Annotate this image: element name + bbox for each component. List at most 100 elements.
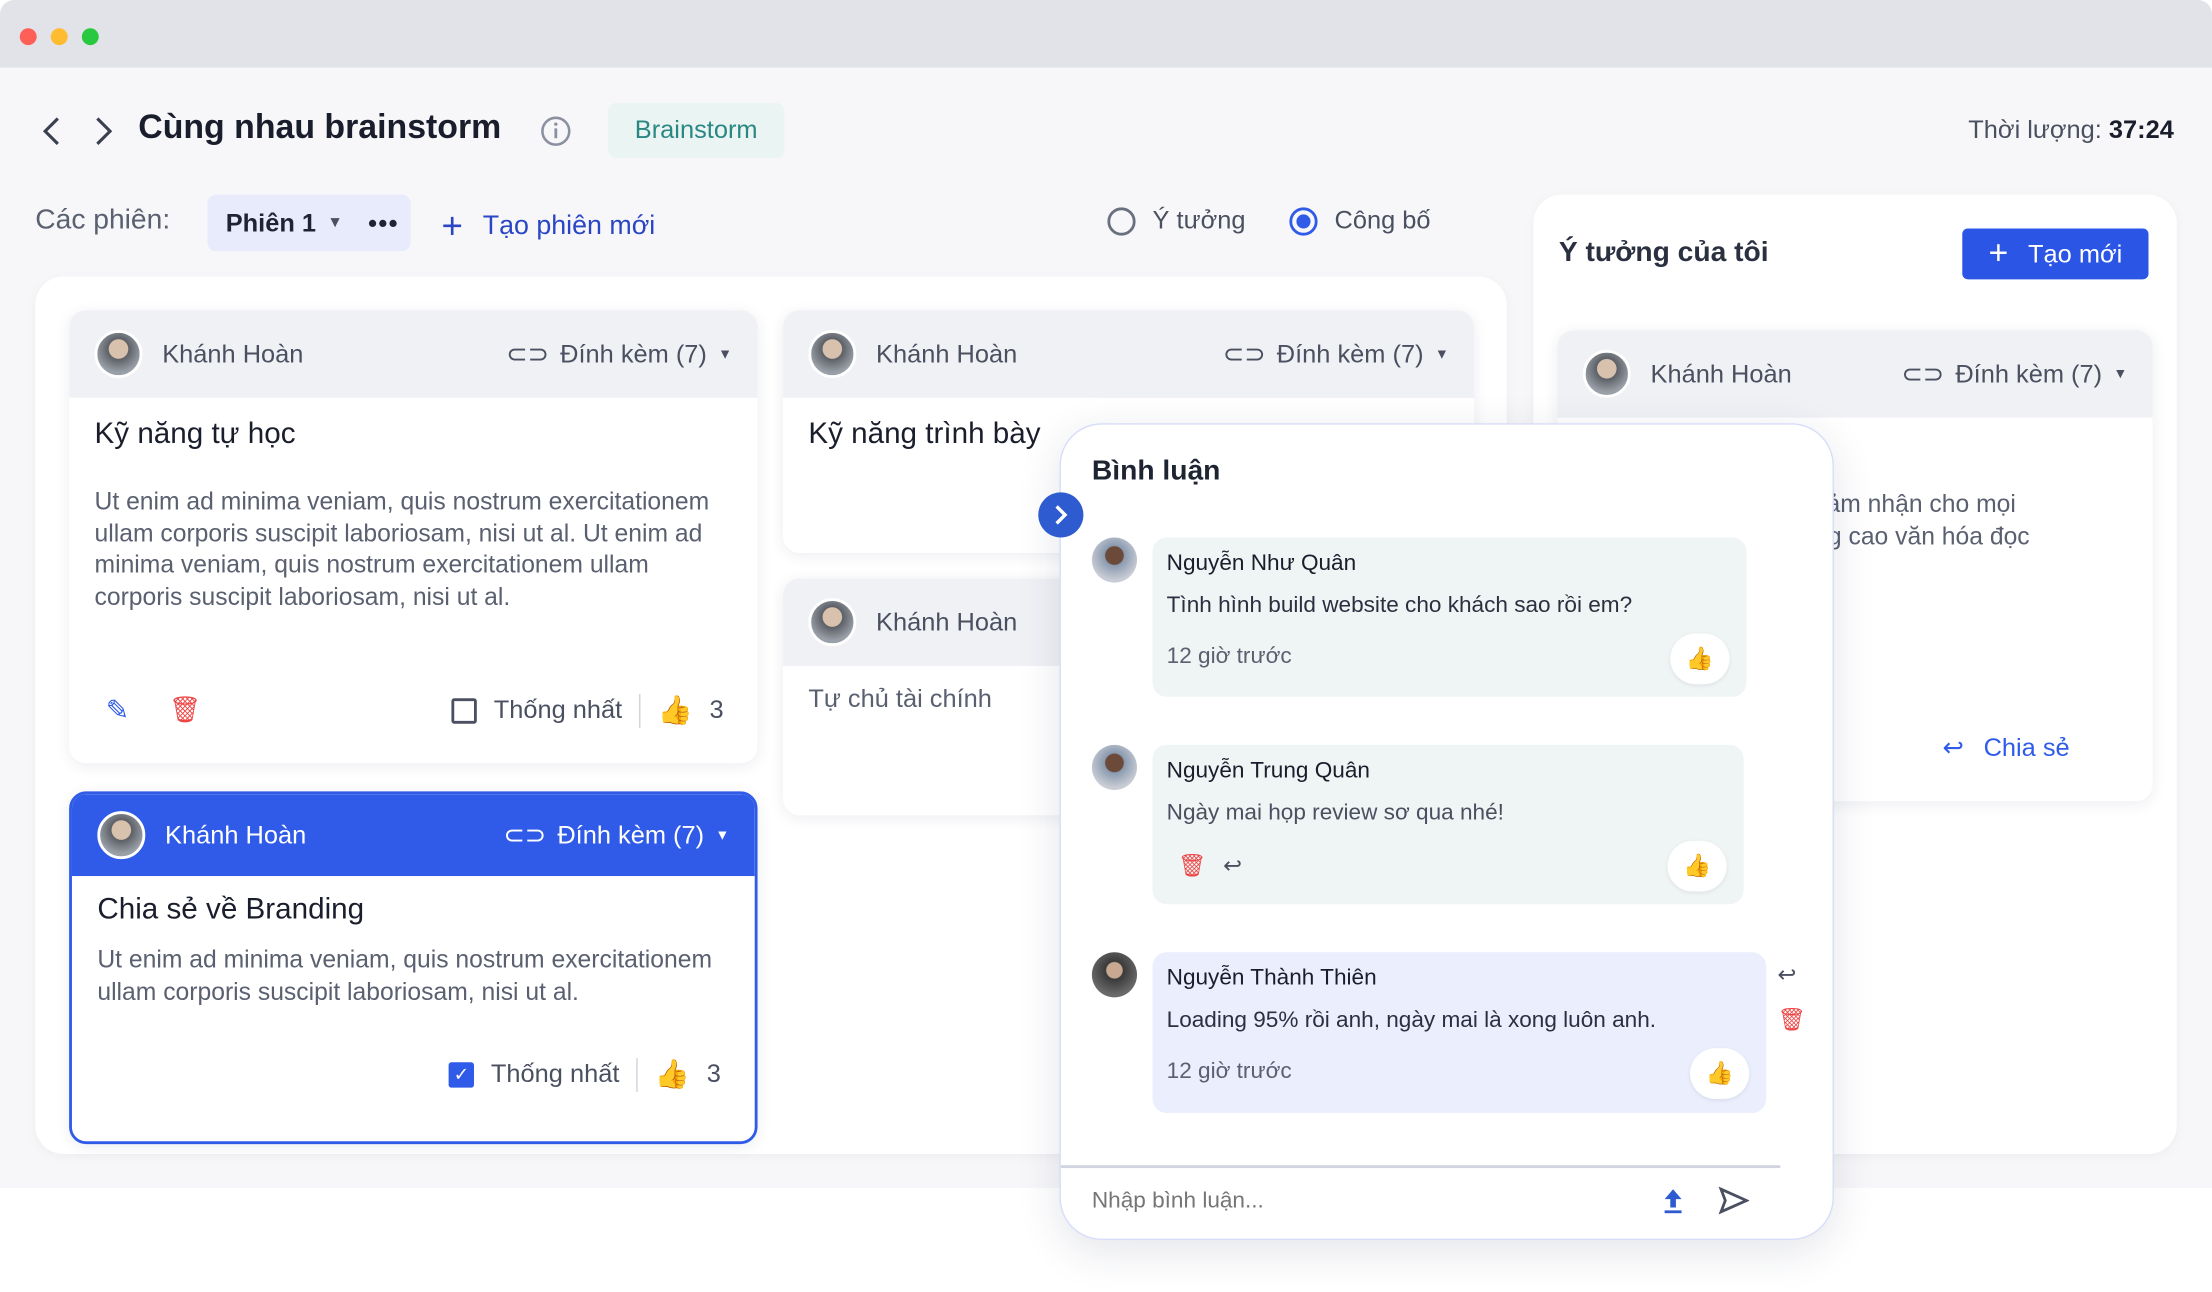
- body-line: ng cao văn hóa đọc: [1814, 521, 2030, 550]
- agree-checkbox[interactable]: [451, 697, 477, 723]
- caret-down-icon: ▼: [327, 214, 343, 232]
- thumbs-up-icon: 👍: [1685, 647, 1714, 672]
- duration-label: Thời lượng:: [1968, 115, 2102, 144]
- idea-card[interactable]: Khánh Hoàn ⊂⊃ Đính kèm (7) ▼ Kỹ năng tự họ…: [69, 310, 758, 764]
- link-icon: ⊂⊃: [1222, 339, 1266, 368]
- comment-time: 12 giờ trước: [1166, 644, 1292, 669]
- avatar: [97, 811, 146, 860]
- attachments-dropdown[interactable]: ⊂⊃ Đính kèm (7) ▼: [506, 339, 732, 369]
- input-divider: [1060, 1165, 1781, 1169]
- thumbs-up-icon[interactable]: 👍: [657, 693, 692, 728]
- upload-icon[interactable]: [1662, 1186, 1685, 1214]
- caret-down-icon: ▼: [2113, 366, 2128, 382]
- info-icon[interactable]: [540, 116, 571, 147]
- session-dropdown[interactable]: Phiên 1 ▼ •••: [207, 194, 411, 252]
- type-badge: Brainstorm: [608, 102, 785, 158]
- divider: [639, 693, 641, 728]
- author-name: Khánh Hoàn: [165, 820, 307, 849]
- caret-down-icon: ▼: [1434, 346, 1449, 362]
- card-body: Ut enim ad minima veniam, quis nostrum e…: [94, 486, 710, 611]
- trash-icon[interactable]: 🗑: [169, 695, 201, 725]
- comment-item: Nguyễn Trung Quân Ngày mai họp review sơ…: [1152, 744, 1744, 905]
- attachments-dropdown[interactable]: ⊂⊃ Đính kèm (7) ▼: [1223, 339, 1449, 369]
- author-name: Khánh Hoàn: [876, 339, 1018, 368]
- attachments-label: Đính kèm (7): [1276, 339, 1424, 368]
- comment-text: Tình hình build website cho khách sao rồ…: [1166, 593, 1633, 618]
- session-current: Phiên 1: [225, 208, 317, 237]
- attachments-dropdown[interactable]: ⊂⊃ Đính kèm (7) ▼: [1901, 359, 2127, 389]
- comment-item: Nguyễn Như Quân Tình hình build website …: [1152, 537, 1747, 697]
- body-line: cảm nhận cho mọi: [1814, 489, 2016, 518]
- like-button[interactable]: 👍: [1670, 633, 1730, 685]
- duration-value: 37:24: [2108, 115, 2174, 144]
- reply-icon[interactable]: ↩: [1223, 852, 1242, 880]
- author-name: Khánh Hoàn: [162, 339, 304, 368]
- back-chevron-icon[interactable]: [39, 116, 64, 147]
- plus-icon: +: [441, 204, 463, 247]
- chevron-right-icon: [1055, 505, 1068, 525]
- agree-checkbox-checked[interactable]: ✓: [448, 1061, 474, 1087]
- send-icon[interactable]: [1718, 1186, 1750, 1215]
- caret-down-icon: ▼: [718, 346, 733, 362]
- my-ideas-title: Ý tưởng của tôi: [1558, 236, 1769, 269]
- link-icon: ⊂⊃: [506, 339, 549, 368]
- trash-icon[interactable]: 🗑: [1777, 1006, 1806, 1034]
- like-button[interactable]: 👍: [1690, 1048, 1750, 1099]
- like-count: 3: [709, 695, 724, 724]
- like-count: 3: [706, 1059, 721, 1088]
- close-window-button[interactable]: [19, 28, 37, 46]
- radio-label: Ý tưởng: [1152, 205, 1246, 235]
- new-session-button[interactable]: + Tạo phiên mới: [442, 205, 656, 249]
- avatar: [1091, 537, 1138, 583]
- create-label: Tạo mới: [2028, 239, 2123, 268]
- avatar: [1582, 349, 1631, 398]
- more-icon[interactable]: •••: [368, 208, 399, 238]
- share-button[interactable]: ↩ Chia sẻ: [1943, 734, 2070, 764]
- share-label: Chia sẻ: [1983, 733, 2070, 762]
- like-button[interactable]: 👍: [1667, 840, 1727, 892]
- avatar: [808, 598, 857, 647]
- card-header: Khánh Hoàn ⊂⊃ Đính kèm (7) ▼: [69, 310, 758, 398]
- maximize-window-button[interactable]: [81, 28, 99, 46]
- comment-item: Nguyễn Thành Thiên Loading 95% rồi anh, …: [1152, 952, 1767, 1114]
- comment-author: Nguyễn Thành Thiên: [1166, 966, 1377, 991]
- avatar: [1091, 744, 1138, 790]
- link-icon: ⊂⊃: [1901, 359, 1945, 388]
- radio-label: Công bố: [1334, 205, 1431, 235]
- card-header: Khánh Hoàn ⊂⊃ Đính kèm (7) ▼: [71, 794, 755, 877]
- reply-icon: ↩: [1942, 733, 1964, 762]
- comments-popup: Bình luận Nguyễn Như Quân Tình hình buil…: [1059, 423, 1834, 1241]
- agree-label: Thống nhất: [493, 695, 623, 724]
- duration: Thời lượng: 37:24: [1968, 116, 2174, 146]
- comment-author: Nguyễn Như Quân: [1166, 551, 1357, 576]
- plus-icon: +: [1988, 234, 2009, 273]
- avatar: [808, 330, 857, 379]
- forward-chevron-icon[interactable]: [90, 116, 115, 147]
- avatar: [1091, 952, 1138, 998]
- trash-icon[interactable]: 🗑: [1178, 852, 1207, 880]
- comment-input[interactable]: [1091, 1183, 1628, 1221]
- attachments-dropdown[interactable]: ⊂⊃ Đính kèm (7) ▼: [503, 820, 729, 850]
- reply-icon[interactable]: ↩: [1777, 961, 1796, 989]
- radio-ideas[interactable]: Ý tưởng: [1107, 206, 1245, 236]
- page-title: Cùng nhau brainstorm: [138, 108, 502, 147]
- author-name: Khánh Hoàn: [876, 607, 1018, 636]
- create-idea-button[interactable]: + Tạo mới: [1962, 228, 2149, 280]
- avatar: [94, 330, 143, 379]
- thumbs-up-icon: 👍: [1705, 1062, 1734, 1087]
- thumbs-up-icon[interactable]: 👍: [655, 1057, 690, 1092]
- author-name: Khánh Hoàn: [1650, 359, 1792, 388]
- sessions-label: Các phiên:: [35, 204, 171, 236]
- edit-icon[interactable]: ✎: [106, 693, 130, 728]
- agree-label: Thống nhất: [490, 1059, 620, 1088]
- card-body: cảm nhận cho mọi ng cao văn hóa đọc: [1814, 488, 2030, 552]
- attachments-label: Đính kèm (7): [560, 339, 707, 368]
- radio-circle-selected: [1289, 206, 1318, 235]
- minimize-window-button[interactable]: [50, 28, 68, 46]
- comments-title: Bình luận: [1091, 455, 1221, 487]
- idea-card-selected[interactable]: Khánh Hoàn ⊂⊃ Đính kèm (7) ▼ Chia sẻ về Br…: [69, 791, 758, 1145]
- caret-down-icon: ▼: [715, 827, 730, 843]
- radio-publish[interactable]: Công bố: [1289, 205, 1431, 236]
- comment-text: Loading 95% rồi anh, ngày mai là xong lu…: [1166, 1008, 1657, 1033]
- collapse-comments-button[interactable]: [1038, 492, 1084, 538]
